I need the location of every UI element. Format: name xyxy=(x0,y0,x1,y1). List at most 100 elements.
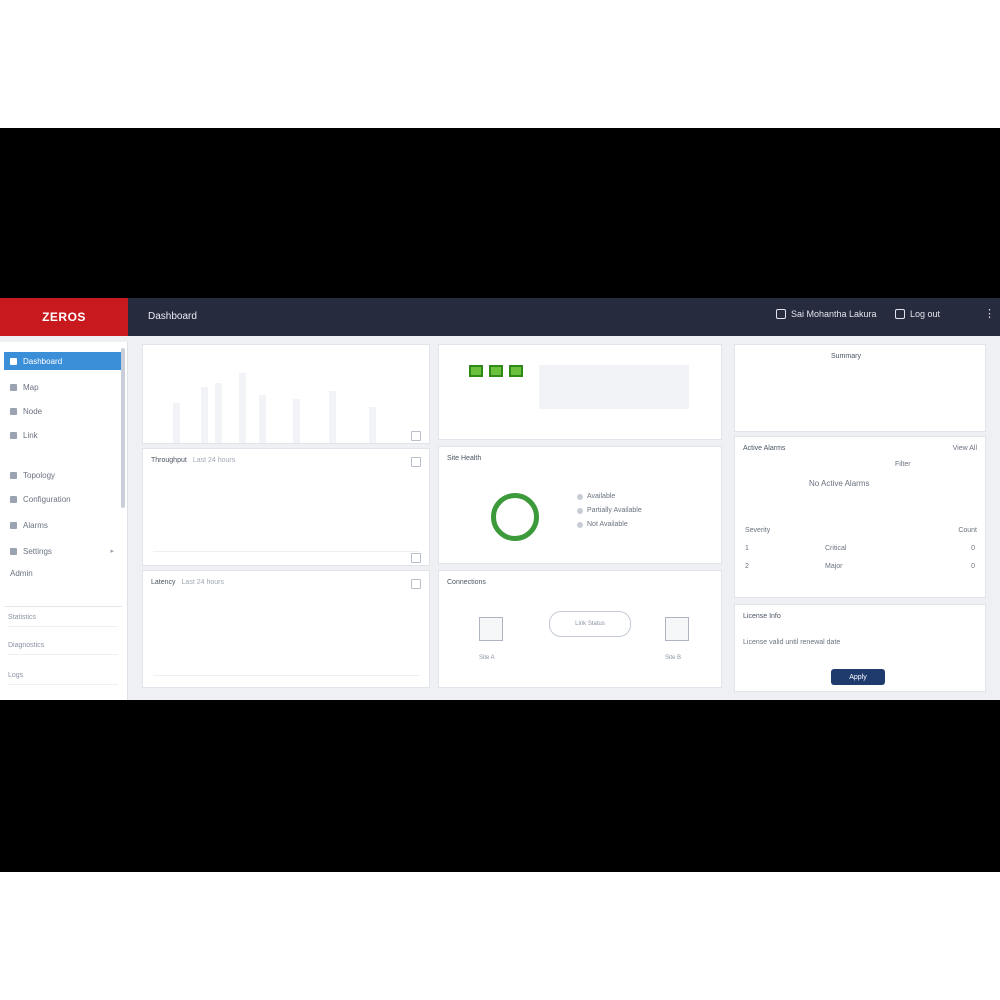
legend-dot xyxy=(577,507,583,514)
node-icon xyxy=(10,407,17,415)
card-title: License Info xyxy=(743,613,781,620)
sidebar-divider xyxy=(4,606,122,607)
logout-button[interactable]: Log out xyxy=(895,309,940,319)
card-title: Summary xyxy=(831,353,861,360)
view-all-link[interactable]: View All xyxy=(953,445,977,452)
alarm-row-count: 0 xyxy=(971,545,975,552)
sidebar-item-label: Link xyxy=(23,430,38,440)
chart-bar xyxy=(215,383,222,443)
more-menu-icon[interactable]: ⋮ xyxy=(984,307,995,320)
card-title-text: Throughput xyxy=(151,457,187,464)
status-light-green xyxy=(509,365,523,377)
user-name: Sai Mohantha Lakura xyxy=(791,309,877,319)
options-icon[interactable] xyxy=(411,579,421,589)
sidebar-item-map[interactable]: Map xyxy=(4,378,122,396)
apply-button[interactable]: Apply xyxy=(831,669,885,685)
status-lights xyxy=(469,365,523,377)
settings-icon xyxy=(10,547,17,555)
license-card: License Info License valid until renewal… xyxy=(734,604,986,692)
status-light-green xyxy=(489,365,503,377)
map-icon xyxy=(10,383,17,391)
sidebar-item-configuration[interactable]: Configuration xyxy=(4,490,122,508)
app-window: ZEROS Dashboard Sai Mohantha Lakura Log … xyxy=(0,298,1000,700)
chart-bar xyxy=(293,399,300,443)
legend-label: Available xyxy=(587,493,616,500)
sidebar-item-alarms[interactable]: Alarms xyxy=(4,516,122,534)
topology-icon xyxy=(10,471,17,479)
link-status[interactable]: Link Status xyxy=(549,611,631,637)
connections-card: Connections Site A Link Status Site B xyxy=(438,570,722,688)
sidebar-scrollbar[interactable] xyxy=(121,348,125,508)
alarm-row-count: 0 xyxy=(971,563,975,570)
expand-icon[interactable] xyxy=(411,553,421,563)
link-icon xyxy=(10,431,17,439)
card-subtitle: Last 24 hours xyxy=(181,579,224,586)
chart-bar xyxy=(369,407,376,443)
status-strip xyxy=(539,365,689,409)
logo[interactable]: ZEROS xyxy=(0,298,128,336)
alarm-icon xyxy=(10,521,17,529)
status-lights-card xyxy=(438,344,722,440)
legend-dot xyxy=(577,493,583,500)
configuration-icon xyxy=(10,495,17,503)
legend-dot xyxy=(577,521,583,528)
options-icon[interactable] xyxy=(411,457,421,467)
throughput-card: Throughput Last 24 hours xyxy=(142,448,430,566)
alarm-row-id: 2 xyxy=(745,563,749,570)
legend-label: Not Available xyxy=(587,521,628,528)
node-label: Site B xyxy=(665,655,682,661)
chart-bar xyxy=(239,373,246,443)
user-menu[interactable]: Sai Mohantha Lakura xyxy=(776,309,877,319)
card-title: Throughput Last 24 hours xyxy=(151,457,235,464)
summary-card: Summary xyxy=(734,344,986,432)
license-text: License valid until renewal date xyxy=(743,639,841,646)
logout-label: Log out xyxy=(910,309,941,319)
chart-baseline xyxy=(153,551,419,552)
sidebar-item-label: Node xyxy=(23,406,43,416)
chart-baseline xyxy=(153,675,419,676)
card-subtitle: Last 24 hours xyxy=(192,457,236,464)
sidebar-item-label: Dashboard xyxy=(23,356,63,366)
sidebar-subitem-diagnostics[interactable]: Diagnostics xyxy=(8,636,118,655)
card-title: Active Alarms xyxy=(743,445,786,452)
alarm-header-severity: Severity xyxy=(745,527,771,534)
alarm-row-id: 1 xyxy=(745,545,749,552)
expand-icon[interactable] xyxy=(411,431,421,441)
sidebar-item-settings[interactable]: Settings ▸ xyxy=(4,542,122,560)
sidebar-item-label: Map xyxy=(23,382,39,392)
sidebar-item-admin[interactable]: Admin xyxy=(4,564,122,582)
page-title: Dashboard xyxy=(148,311,197,322)
card-title-text: Latency xyxy=(151,579,176,586)
health-ring xyxy=(491,493,539,541)
sidebar-item-label: Topology xyxy=(23,470,56,480)
site-health-card: Site Health Available Partially Availabl… xyxy=(438,446,722,564)
letterbox-top xyxy=(0,128,1000,298)
alarm-header-count: Count xyxy=(958,527,977,534)
status-light-green xyxy=(469,365,483,377)
site-a-node-icon[interactable] xyxy=(479,617,503,641)
sidebar-subitem-statistics[interactable]: Statistics xyxy=(8,608,118,627)
site-b-node-icon[interactable] xyxy=(665,617,689,641)
chart-bar xyxy=(201,387,208,443)
user-icon xyxy=(776,309,786,319)
sidebar: Dashboard Map Node Link Topology Configu… xyxy=(0,342,128,700)
legend-item: Not Available xyxy=(577,521,628,528)
alarm-filter[interactable]: Filter xyxy=(895,461,911,468)
logo-text: ZEROS xyxy=(42,310,86,324)
legend-item: Available xyxy=(577,493,615,500)
letterbox-bottom xyxy=(0,700,1000,872)
top-bar: ZEROS Dashboard Sai Mohantha Lakura Log … xyxy=(0,298,1000,336)
sidebar-item-topology[interactable]: Topology xyxy=(4,466,122,484)
sidebar-subitem-logs[interactable]: Logs xyxy=(8,666,118,685)
alarm-row-name: Critical xyxy=(825,545,847,552)
alarm-empty-message: No Active Alarms xyxy=(809,479,870,488)
sidebar-item-link[interactable]: Link xyxy=(4,426,122,444)
chart-bar xyxy=(259,395,266,443)
legend-item: Partially Available xyxy=(577,507,642,514)
bar-chart-card xyxy=(142,344,430,444)
sidebar-item-node[interactable]: Node xyxy=(4,402,122,420)
sidebar-item-label: Configuration xyxy=(23,494,71,504)
sidebar-item-dashboard[interactable]: Dashboard xyxy=(4,352,122,370)
sidebar-item-label: Admin xyxy=(10,568,33,578)
card-title: Site Health xyxy=(447,455,482,462)
